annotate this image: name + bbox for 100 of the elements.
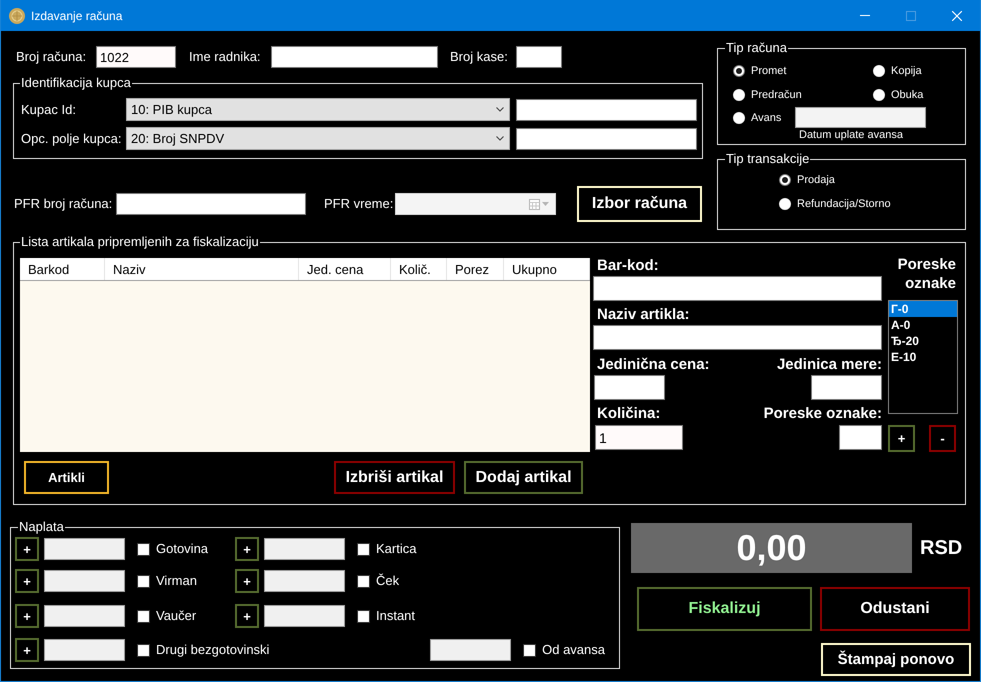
add-amount-button[interactable]: + xyxy=(15,604,39,628)
column-header[interactable]: Jed. cena xyxy=(299,258,391,280)
option-label[interactable]: Refundacija/Storno xyxy=(797,197,891,211)
option-label[interactable]: Promet xyxy=(751,64,786,78)
checkbox-label[interactable]: Virman xyxy=(156,573,197,589)
amount-field[interactable] xyxy=(264,605,345,627)
group-title: Identifikacija kupca xyxy=(20,75,132,91)
checkbox-label[interactable]: Kartica xyxy=(376,541,416,557)
unit-price-field[interactable] xyxy=(594,375,665,400)
caret-down-icon xyxy=(542,202,549,206)
add-tax-label-button[interactable]: + xyxy=(888,425,915,452)
amount-field[interactable] xyxy=(430,639,512,661)
add-amount-button[interactable]: + xyxy=(15,638,39,662)
chevron-down-icon xyxy=(496,107,504,112)
amount-field[interactable] xyxy=(264,570,345,592)
option-label[interactable]: Prodaja xyxy=(797,173,835,187)
checkbox-label[interactable]: Vaučer xyxy=(156,608,196,624)
unit-field[interactable] xyxy=(811,375,882,400)
field-label: Opc. polje kupca: xyxy=(21,130,122,146)
checkbox-label[interactable]: Instant xyxy=(376,608,416,624)
tax-label-field[interactable] xyxy=(839,425,882,450)
close-icon xyxy=(952,10,962,20)
group-title: Tip transakcije xyxy=(725,151,810,167)
register-number-field[interactable] xyxy=(516,46,562,68)
add-amount-button[interactable]: + xyxy=(15,537,39,561)
add-amount-button[interactable]: + xyxy=(235,537,259,561)
checkbox-label[interactable]: Ček xyxy=(376,573,400,589)
field-label: Naziv artikla: xyxy=(597,306,690,323)
list-item[interactable]: Е-10 xyxy=(889,349,957,365)
chevron-down-icon xyxy=(496,136,504,141)
checkbox-label[interactable]: Gotovina xyxy=(156,541,208,557)
articles-button[interactable]: Artikli xyxy=(24,461,109,494)
column-header[interactable]: Ukupno xyxy=(504,258,590,280)
amount-field[interactable] xyxy=(44,639,125,661)
checkbox-label[interactable]: Drugi bezgotovinski xyxy=(156,642,270,658)
customer-value-field[interactable] xyxy=(516,128,697,150)
maximize-icon xyxy=(906,10,916,20)
checkbox-label[interactable]: Od avansa xyxy=(542,642,605,658)
field-label: Količina: xyxy=(597,405,660,422)
currency-label: RSD xyxy=(920,538,962,558)
checkbox[interactable] xyxy=(357,610,370,622)
option-label[interactable]: Predračun xyxy=(751,88,802,102)
column-header[interactable]: Količ. xyxy=(391,258,447,280)
quantity-field[interactable]: 1 xyxy=(595,425,683,450)
column-header[interactable]: Barkod xyxy=(20,258,105,280)
checkbox[interactable] xyxy=(137,542,150,556)
reprint-button[interactable]: Štampaj ponovo xyxy=(821,643,971,676)
field-label: Jedinična cena: xyxy=(597,356,710,373)
checkbox[interactable] xyxy=(357,574,370,588)
barcode-field[interactable] xyxy=(593,276,882,301)
list-item[interactable]: Ђ-20 xyxy=(889,333,957,349)
article-name-field[interactable] xyxy=(593,325,882,350)
pfr-number-field[interactable] xyxy=(116,193,306,215)
customer-value-field[interactable] xyxy=(516,98,697,120)
amount-field[interactable] xyxy=(44,570,125,592)
tax-labels-title: Poreske oznake xyxy=(896,255,957,293)
select-invoice-button[interactable]: Izbor računa xyxy=(577,186,702,222)
column-header[interactable]: Porez xyxy=(447,258,504,280)
add-amount-button[interactable]: + xyxy=(235,604,259,628)
customer-id-select[interactable]: 10: PIB kupca xyxy=(126,98,510,121)
option-label[interactable]: Avans xyxy=(751,110,782,124)
checkbox[interactable] xyxy=(357,542,370,556)
option-label[interactable]: Kopija xyxy=(891,64,922,78)
checkbox[interactable] xyxy=(137,644,150,656)
group-title: Lista artikala pripremljenih za fiskalizaciju xyxy=(20,234,260,250)
group-title: Naplata xyxy=(18,519,65,535)
column-header[interactable]: Naziv xyxy=(105,258,299,280)
add-amount-button[interactable]: + xyxy=(15,569,39,593)
field-label: Broj kase: xyxy=(450,49,508,65)
cancel-button[interactable]: Odustani xyxy=(820,587,970,631)
amount-field[interactable] xyxy=(44,538,125,560)
fiscalize-button[interactable]: Fiskalizuj xyxy=(637,587,812,631)
amount-field[interactable] xyxy=(44,605,125,627)
add-article-button[interactable]: Dodaj artikal xyxy=(464,461,583,494)
checkbox[interactable] xyxy=(137,574,150,588)
field-label: Poreske oznake: xyxy=(764,405,882,422)
field-label: Ime radnika: xyxy=(189,49,261,65)
calendar-icon xyxy=(529,198,540,210)
delete-article-button[interactable]: Izbriši artikal xyxy=(334,461,455,494)
checkbox[interactable] xyxy=(523,644,536,656)
option-label[interactable]: Obuka xyxy=(891,88,924,102)
customer-field-select[interactable]: 20: Broj SNPDV xyxy=(126,127,510,150)
radio-button[interactable] xyxy=(733,65,745,77)
window-title: Izdavanje računa xyxy=(31,10,122,22)
radio-button[interactable] xyxy=(779,174,791,186)
minimize-icon xyxy=(860,15,870,16)
invoice-number-field[interactable]: 1022 xyxy=(96,46,176,68)
total-display: 0,00 xyxy=(631,523,912,573)
field-label: Bar-kod: xyxy=(597,257,659,274)
amount-field[interactable] xyxy=(264,538,345,560)
list-item[interactable]: Г-0 xyxy=(889,301,957,317)
field-label: Kupac Id: xyxy=(21,102,76,118)
remove-tax-label-button[interactable]: - xyxy=(929,425,956,452)
worker-name-field[interactable] xyxy=(271,46,438,68)
list-item[interactable]: А-0 xyxy=(889,317,957,333)
tax-label-list[interactable]: Г-0 А-0 Ђ-20 Е-10 xyxy=(888,300,958,414)
add-amount-button[interactable]: + xyxy=(235,569,259,593)
field-label: Jedinica mere: xyxy=(776,356,882,373)
checkbox[interactable] xyxy=(137,610,150,622)
field-label: PFR vreme: xyxy=(324,196,394,212)
